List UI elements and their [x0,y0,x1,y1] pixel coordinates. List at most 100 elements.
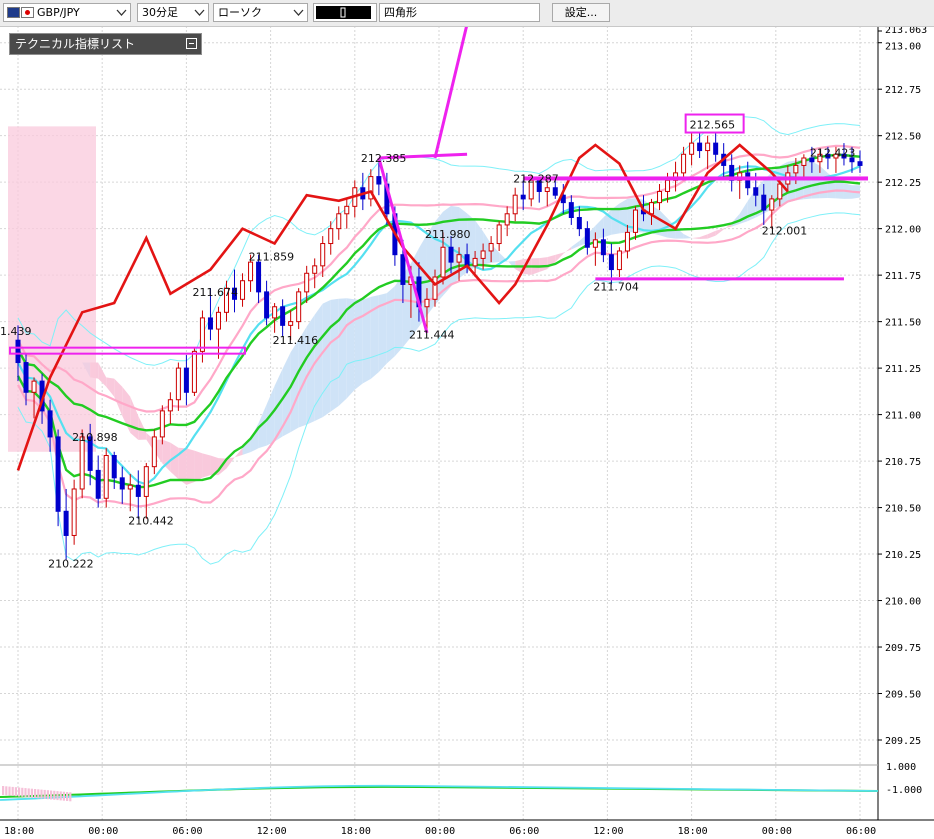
candle-body [600,239,606,256]
candle-body [713,142,719,155]
candle-body [95,469,101,499]
candle-body [801,157,807,166]
candle-body [207,317,213,330]
candle-body [248,261,254,282]
settings-button[interactable]: 設定... [552,3,610,22]
osc-histogram-bar [66,792,69,801]
candle-body [649,202,655,215]
candle-body [520,194,526,200]
candle-body [288,321,294,326]
symbol-label: GBP/JPY [37,6,80,19]
y-tick-label: 213.00 [885,42,921,53]
chevron-down-icon [293,9,304,16]
candle-body [432,276,438,300]
osc-histogram-bar [56,791,59,801]
cloud-segment [354,299,363,390]
candle-body [71,488,77,536]
price-label: 212.385 [361,152,407,165]
osc-axis-label: -1.000 [886,785,922,796]
cloud-segment [194,450,203,482]
candle-body [312,265,318,274]
candle-body [584,228,590,248]
candle-body [464,254,470,267]
price-label: 211.416 [273,334,319,347]
candle-body [857,161,863,166]
x-tick-label: 00:00 [425,826,455,837]
candle-body [753,187,759,196]
candle-body [793,164,799,174]
candle-body [568,202,574,219]
osc-histogram-bar [40,789,43,799]
resistance-line [523,176,869,181]
osc-histogram-bar [53,790,56,800]
y-tick-label: 210.25 [885,550,921,561]
candle-body [151,436,157,468]
candle-body [777,183,783,200]
candle-body [143,466,149,497]
osc-histogram-bar [8,786,11,796]
cloud-segment [619,198,628,234]
candle-body [472,257,478,267]
candle-body [272,306,278,319]
osc-histogram-bar [30,788,33,798]
technical-indicator-list[interactable]: テクニカル指標リスト [9,33,202,55]
candle-body [456,254,462,263]
y-tick-label: 209.75 [885,643,921,654]
osc-histogram-bar [46,790,49,800]
candle-body [632,209,638,233]
candle-body [191,350,197,393]
y-tick-label: 211.75 [885,271,921,282]
candle-body [296,291,302,323]
osc-histogram-bar [27,788,30,798]
candle-body [705,142,711,152]
osc-histogram-bar [24,788,27,798]
price-label: 212.423 [810,146,856,159]
drawing-tool-field[interactable]: 四角形 [379,3,540,22]
x-tick-label: 18:00 [341,826,371,837]
price-chart[interactable]: 1.439 210.898 210.222 210.442 211.674 211.859… [0,0,934,839]
candle-body [55,436,61,512]
minimize-icon[interactable] [186,38,197,49]
candle-body [665,179,671,192]
x-tick-label: 00:00 [88,826,118,837]
drawing-tool-label: 四角形 [384,6,417,19]
toolbar: GBP/JPY 30分足 ローソク 四角形 設定... [0,0,934,27]
symbol-select[interactable]: GBP/JPY [3,3,131,22]
price-label: 211.674 [192,286,238,299]
cloud-segment [322,299,331,418]
price-label: 212.287 [513,172,559,185]
y-tick-label: 211.50 [885,318,921,329]
osc-histogram-bar [11,786,14,796]
cloud-segment [362,296,371,384]
price-label: 212.565 [690,119,736,132]
candle-body [608,254,614,271]
x-tick-label: 12:00 [593,826,623,837]
y-tick-label: 210.00 [885,597,921,608]
candle-body [400,254,406,285]
candle-body [512,194,518,215]
osc-histogram-bar [34,789,37,798]
y-tick-label: 210.50 [885,504,921,515]
candle-body [697,142,703,152]
drawing-color-select[interactable] [313,3,377,22]
chevron-down-icon [116,9,127,16]
osc-axis-label: 1.000 [886,762,916,773]
chevron-down-icon [194,9,205,16]
x-tick-label: 06:00 [846,826,876,837]
osc-histogram-bar [62,791,65,801]
y-tick-label: 209.25 [885,736,921,747]
price-label: 211.980 [425,228,471,241]
candle-body [344,205,350,215]
timeframe-select[interactable]: 30分足 [137,3,209,22]
osc-histogram-bar [14,787,17,797]
candle-body [240,280,246,300]
candle-body [264,291,270,319]
price-label: 210.222 [48,557,94,570]
y-tick-label: 211.25 [885,364,921,375]
candle-body [135,484,141,497]
osc-histogram-bar [5,786,8,796]
candle-body [47,410,53,438]
candle-body [576,217,582,230]
chart-type-select[interactable]: ローソク [213,3,308,22]
candle-body [424,298,430,308]
